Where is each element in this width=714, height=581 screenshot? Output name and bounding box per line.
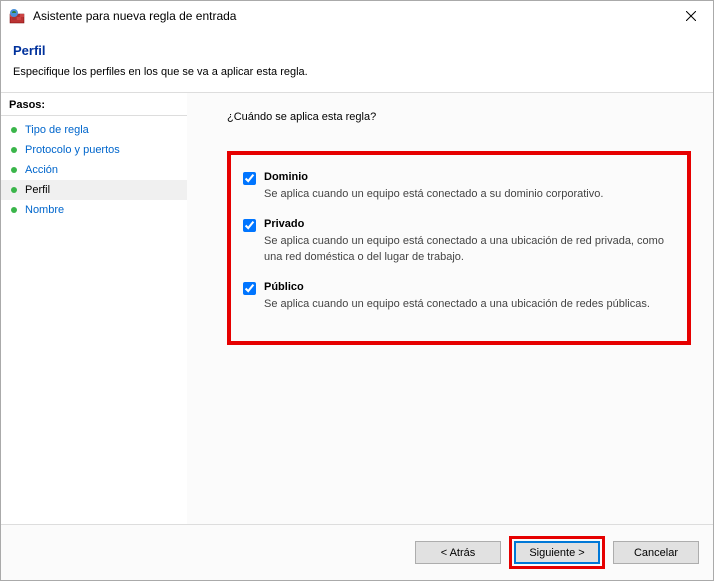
step-label: Tipo de regla	[25, 124, 89, 136]
titlebar: Asistente para nueva regla de entrada	[1, 1, 713, 31]
option-desc: Se aplica cuando un equipo está conectad…	[264, 297, 675, 312]
option-body: Dominio Se aplica cuando un equipo está …	[264, 171, 675, 202]
steps-sidebar: Pasos: Tipo de regla Protocolo y puertos…	[1, 93, 187, 524]
wizard-body: Pasos: Tipo de regla Protocolo y puertos…	[1, 93, 713, 524]
highlight-box: Dominio Se aplica cuando un equipo está …	[227, 151, 691, 345]
step-label: Nombre	[25, 204, 64, 216]
step-bullet-icon	[11, 207, 17, 213]
option-title: Dominio	[264, 171, 675, 183]
wizard-header: Perfil Especifique los perfiles en los q…	[1, 31, 713, 93]
checkbox-privado[interactable]	[243, 219, 256, 232]
step-label: Protocolo y puertos	[25, 144, 120, 156]
step-accion[interactable]: Acción	[1, 160, 187, 180]
checkbox-publico[interactable]	[243, 282, 256, 295]
step-bullet-icon	[11, 187, 17, 193]
option-title: Público	[264, 281, 675, 293]
option-body: Privado Se aplica cuando un equipo está …	[264, 218, 675, 265]
cancel-button[interactable]: Cancelar	[613, 541, 699, 564]
content-pane: ¿Cuándo se aplica esta regla? Dominio Se…	[187, 93, 713, 524]
option-dominio: Dominio Se aplica cuando un equipo está …	[243, 171, 675, 202]
page-title: Perfil	[13, 43, 701, 58]
step-protocolo-y-puertos[interactable]: Protocolo y puertos	[1, 140, 187, 160]
page-subtitle: Especifique los perfiles en los que se v…	[13, 66, 701, 78]
close-icon	[686, 11, 696, 21]
option-desc: Se aplica cuando un equipo está conectad…	[264, 187, 675, 202]
back-button[interactable]: < Atrás	[415, 541, 501, 564]
step-bullet-icon	[11, 147, 17, 153]
step-bullet-icon	[11, 167, 17, 173]
option-privado: Privado Se aplica cuando un equipo está …	[243, 218, 675, 265]
wizard-footer: < Atrás Siguiente > Cancelar	[1, 524, 713, 580]
firewall-icon	[9, 8, 25, 24]
step-label: Acción	[25, 164, 58, 176]
step-nombre[interactable]: Nombre	[1, 200, 187, 220]
wizard-window: Asistente para nueva regla de entrada Pe…	[0, 0, 714, 581]
option-desc: Se aplica cuando un equipo está conectad…	[264, 234, 675, 265]
next-button-highlight: Siguiente >	[509, 536, 605, 569]
step-perfil[interactable]: Perfil	[1, 180, 187, 200]
step-label: Perfil	[25, 184, 50, 196]
close-button[interactable]	[669, 1, 713, 31]
question-text: ¿Cuándo se aplica esta regla?	[227, 111, 691, 123]
option-title: Privado	[264, 218, 675, 230]
window-title: Asistente para nueva regla de entrada	[33, 9, 669, 23]
option-body: Público Se aplica cuando un equipo está …	[264, 281, 675, 312]
option-publico: Público Se aplica cuando un equipo está …	[243, 281, 675, 312]
checkbox-dominio[interactable]	[243, 172, 256, 185]
step-bullet-icon	[11, 127, 17, 133]
steps-heading: Pasos:	[1, 99, 187, 116]
step-tipo-de-regla[interactable]: Tipo de regla	[1, 120, 187, 140]
next-button[interactable]: Siguiente >	[514, 541, 600, 564]
